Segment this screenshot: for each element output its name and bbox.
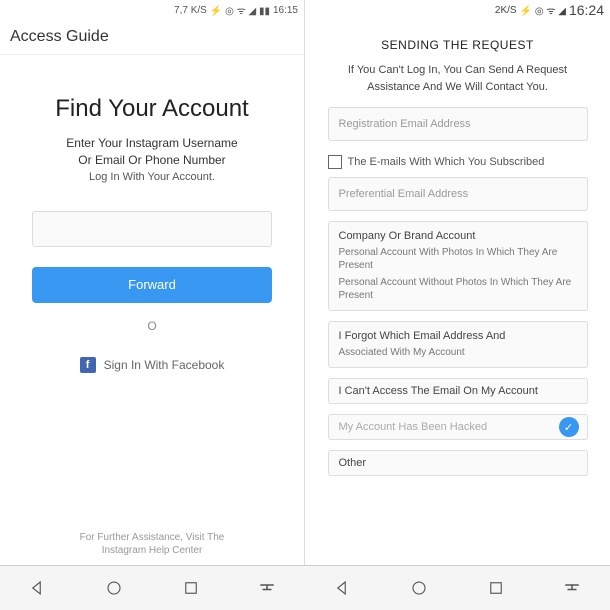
option-other[interactable]: Other	[328, 450, 588, 476]
net-speed: 7,7 K/S	[174, 5, 207, 16]
facebook-icon: f	[80, 357, 96, 373]
registration-email-field[interactable]: Registration Email Address	[328, 107, 588, 141]
left-screen: 7,7 K/S ⚡ ◎ ᯤ ◢ ▮▮ 16:15 Access Guide Fi…	[0, 0, 305, 565]
right-screen: 2K/S ⚡ ◎ ᯤ ◢ 16:24 SENDING THE REQUEST I…	[305, 0, 610, 565]
home-button[interactable]	[408, 577, 430, 599]
status-bar: 2K/S ⚡ ◎ ᯤ ◢ 16:24	[305, 0, 610, 20]
forward-button[interactable]: Forward	[32, 267, 272, 303]
subtext: Log In With Your Account.	[89, 171, 215, 183]
footer-help: For Further Assistance, Visit The Instag…	[0, 531, 304, 557]
status-icons: ⚡ ◎ ᯤ ◢	[520, 3, 566, 17]
divider-or: O	[147, 319, 156, 333]
recent-button[interactable]	[485, 577, 507, 599]
preferential-email-field[interactable]: Preferential Email Address	[328, 177, 588, 211]
help-center-link[interactable]: Instagram Help Center	[102, 545, 203, 556]
status-bar: 7,7 K/S ⚡ ◎ ᯤ ◢ ▮▮ 16:15	[0, 0, 304, 20]
facebook-signin[interactable]: f Sign In With Facebook	[80, 357, 225, 373]
status-time: 16:15	[273, 5, 298, 16]
net-speed: 2K/S	[495, 5, 517, 16]
option-no-access[interactable]: I Can't Access The Email On My Account	[328, 378, 588, 404]
option-hacked[interactable]: My Account Has Been Hacked ✓	[328, 414, 588, 440]
menu-button[interactable]	[561, 577, 583, 599]
status-icons: ⚡ ◎ ᯤ ◢ ▮▮	[210, 3, 270, 17]
menu-button[interactable]	[256, 577, 278, 599]
recent-button[interactable]	[180, 577, 202, 599]
home-button[interactable]	[103, 577, 125, 599]
checkbox-label: The E-mails With Which You Subscribed	[348, 156, 545, 168]
option-forgot-email[interactable]: I Forgot Which Email Address And Associa…	[328, 321, 588, 368]
back-button[interactable]	[332, 577, 354, 599]
subtitle: Enter Your Instagram Username Or Email O…	[66, 135, 237, 169]
status-time: 16:24	[569, 2, 604, 18]
request-subtitle: If You Can't Log In, You Can Send A Requ…	[325, 62, 590, 95]
username-input[interactable]	[32, 211, 272, 247]
check-icon: ✓	[559, 417, 579, 437]
option-company[interactable]: Company Or Brand Account Personal Accoun…	[328, 221, 588, 311]
facebook-text: Sign In With Facebook	[104, 358, 225, 372]
sending-request-title: SENDING THE REQUEST	[381, 38, 534, 52]
access-guide-header: Access Guide	[0, 20, 304, 55]
back-button[interactable]	[27, 577, 49, 599]
navigation-bar	[0, 565, 610, 610]
find-account-title: Find Your Account	[55, 95, 248, 123]
checkbox-icon[interactable]	[328, 155, 342, 169]
subscribed-checkbox-row[interactable]: The E-mails With Which You Subscribed	[328, 155, 588, 169]
